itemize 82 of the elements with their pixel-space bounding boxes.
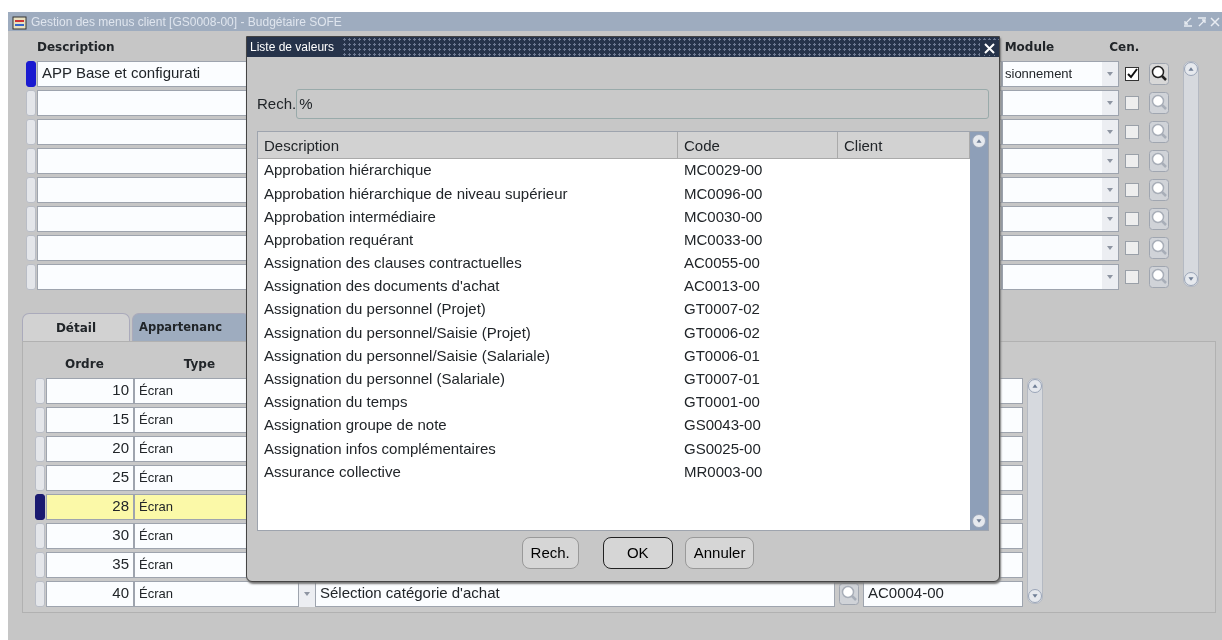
- list-cell[interactable]: AC0055-00: [678, 252, 838, 275]
- list-cell[interactable]: GS0043-00: [678, 414, 838, 437]
- order-field[interactable]: 20: [46, 435, 134, 462]
- order-field[interactable]: 35: [46, 551, 134, 578]
- list-cell[interactable]: GT0006-02: [678, 321, 838, 345]
- list-cell[interactable]: MC0033-00: [678, 228, 838, 252]
- module-dropdown[interactable]: sionnement: [1002, 60, 1119, 87]
- list-cell[interactable]: GT0007-01: [678, 368, 838, 391]
- list-cell[interactable]: GT0007-02: [678, 298, 838, 321]
- list-cell[interactable]: Assignation des clauses contractuelles: [258, 252, 678, 275]
- tab[interactable]: Détail: [22, 313, 130, 341]
- list-cell[interactable]: Approbation intermédiaire: [258, 205, 678, 229]
- column-header: Type: [183, 356, 216, 373]
- description-field[interactable]: Sélection catégorie d'achat: [315, 580, 835, 607]
- checkbox[interactable]: [1125, 66, 1139, 81]
- order-field[interactable]: 40: [46, 580, 134, 607]
- scroll-up-icon[interactable]: [1184, 62, 1198, 76]
- order-field[interactable]: 28: [46, 493, 134, 520]
- column-header: Ordre: [65, 356, 104, 373]
- list-cell[interactable]: MR0003-00: [678, 460, 838, 484]
- module-dropdown[interactable]: [1002, 234, 1119, 261]
- list-cell[interactable]: GS0025-00: [678, 437, 838, 461]
- list-cell[interactable]: GT0001-00: [678, 391, 838, 414]
- list-cell[interactable]: Assignation du personnel/Saisie (Projet): [258, 321, 678, 345]
- column-header: Description: [37, 39, 115, 56]
- module-dropdown[interactable]: [1002, 263, 1119, 290]
- checkbox[interactable]: [1125, 153, 1139, 168]
- checkbox[interactable]: [1125, 240, 1139, 255]
- module-dropdown[interactable]: [1002, 118, 1119, 145]
- checkbox[interactable]: [1125, 182, 1139, 197]
- close-button[interactable]: [980, 39, 999, 55]
- checkbox[interactable]: [1125, 95, 1139, 110]
- scrollbar[interactable]: [1183, 61, 1199, 287]
- order-field[interactable]: 30: [46, 522, 134, 549]
- row-indicator[interactable]: [35, 493, 45, 520]
- list-cell[interactable]: Assignation du personnel (Projet): [258, 298, 678, 321]
- scrollbar[interactable]: [970, 132, 988, 530]
- column-header[interactable]: Code: [678, 132, 838, 158]
- scroll-down-icon[interactable]: [1184, 272, 1198, 286]
- search-field[interactable]: %: [296, 89, 989, 119]
- scroll-down-icon[interactable]: [1028, 589, 1042, 603]
- order-field[interactable]: 25: [46, 464, 134, 491]
- checkbox[interactable]: [1125, 211, 1139, 226]
- code-field[interactable]: AC0004-00: [863, 580, 1023, 607]
- scroll-up-icon[interactable]: [972, 134, 986, 148]
- module-dropdown[interactable]: [1002, 176, 1119, 203]
- list-cell[interactable]: Approbation requérant: [258, 228, 678, 252]
- dialog-title: Liste de valeurs: [247, 38, 343, 56]
- module-dropdown[interactable]: [1002, 89, 1119, 116]
- dialog-button[interactable]: Rech.: [521, 537, 579, 569]
- close-icon[interactable]: [1210, 15, 1220, 28]
- list-cell[interactable]: Assignation des documents d'achat: [258, 275, 678, 298]
- list-cell[interactable]: MC0030-00: [678, 205, 838, 229]
- window-title: Gestion des menus client [GS0008-00] - Budgétaire SOFE: [31, 13, 342, 31]
- module-dropdown[interactable]: [1002, 205, 1119, 232]
- dialog-button[interactable]: OK: [602, 537, 673, 569]
- app-icon: [12, 13, 28, 30]
- list-cell[interactable]: MC0096-00: [678, 182, 838, 206]
- magnifier-icon[interactable]: [1149, 62, 1169, 85]
- scroll-up-icon[interactable]: [1028, 379, 1042, 393]
- column-header: Cen.: [1109, 39, 1140, 56]
- list-cell[interactable]: AC0013-00: [678, 275, 838, 298]
- minimize-icon[interactable]: [1182, 15, 1194, 28]
- list-cell[interactable]: MC0029-00: [678, 159, 838, 182]
- scroll-down-icon[interactable]: [972, 514, 986, 528]
- checkbox[interactable]: [1125, 269, 1139, 284]
- module-dropdown[interactable]: [1002, 147, 1119, 174]
- list-cell[interactable]: GT0006-01: [678, 344, 838, 368]
- list-cell[interactable]: Assignation du personnel/Saisie (Salariale): [258, 344, 678, 368]
- list-cell[interactable]: Approbation hiérarchique: [258, 159, 678, 182]
- search-label: Rech.: [257, 93, 297, 114]
- column-header[interactable]: Description: [258, 132, 678, 158]
- column-header: Module: [1004, 39, 1055, 56]
- checkbox[interactable]: [1125, 124, 1139, 139]
- scrollbar[interactable]: [1027, 378, 1043, 604]
- dialog-button[interactable]: Annuler: [684, 537, 755, 569]
- row-indicator[interactable]: [26, 60, 36, 87]
- list-cell[interactable]: Approbation hiérarchique de niveau supérieur: [258, 182, 678, 206]
- maximize-icon[interactable]: [1196, 15, 1208, 28]
- type-field[interactable]: Écran: [134, 580, 299, 607]
- order-field[interactable]: 15: [46, 406, 134, 433]
- order-field[interactable]: 10: [46, 377, 134, 404]
